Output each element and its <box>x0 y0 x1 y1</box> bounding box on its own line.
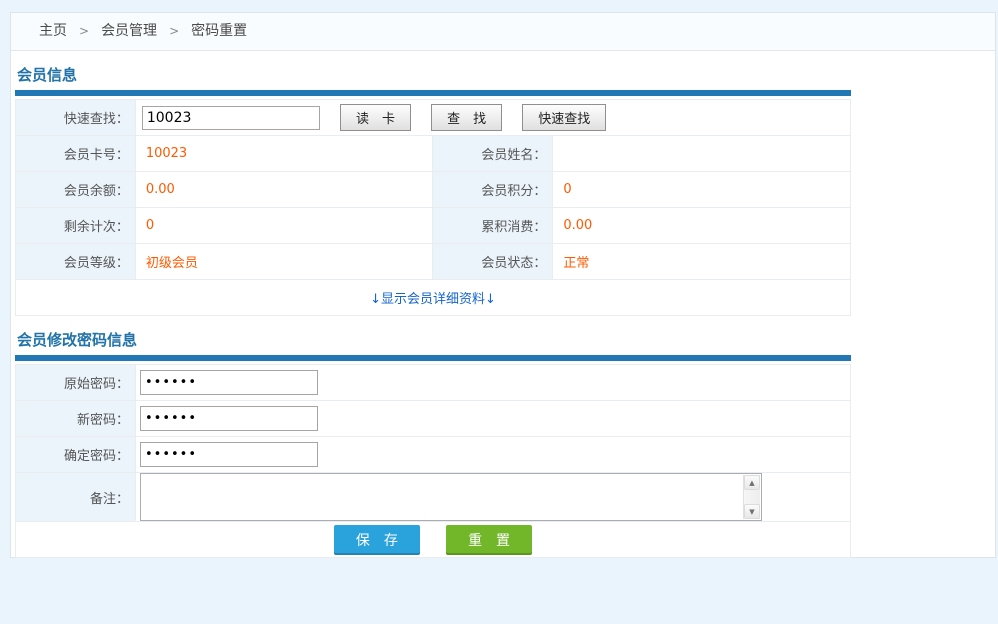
member-info-title-bar <box>15 90 851 96</box>
member-balance-value: 0.00 <box>135 172 433 208</box>
member-info-title: 会员信息 <box>17 64 995 85</box>
form-actions-cell: 保 存 重 置 <box>16 522 851 558</box>
table-row: 保 存 重 置 <box>16 522 851 558</box>
member-points-value: 0 <box>553 172 851 208</box>
scroll-down-icon[interactable]: ▼ <box>744 504 760 519</box>
main-panel: 主页 > 会员管理 > 密码重置 会员信息 快速查找： 读 卡 查 找 快速查找 会员卡… <box>10 12 996 558</box>
password-form-title-bar <box>15 355 851 361</box>
confirm-password-label: 确定密码： <box>16 437 136 473</box>
old-password-field[interactable] <box>140 370 318 395</box>
breadcrumb-item-member-management[interactable]: 会员管理 <box>101 23 157 39</box>
scroll-up-icon[interactable]: ▲ <box>744 475 760 490</box>
quick-find-button[interactable]: 快速查找 <box>522 104 606 131</box>
breadcrumb-item-password-reset: 密码重置 <box>191 23 247 39</box>
total-consumption-value: 0.00 <box>553 208 851 244</box>
remark-cell: ▲ ▼ <box>136 473 851 522</box>
field-label: 会员积分： <box>433 172 553 208</box>
table-row: 剩余计次： 0 累积消费： 0.00 <box>16 208 851 244</box>
new-password-label: 新密码： <box>16 401 136 437</box>
table-row: 备注： ▲ ▼ <box>16 473 851 522</box>
table-row: 会员卡号： 10023 会员姓名： <box>16 136 851 172</box>
table-row: 会员等级： 初级会员 会员状态： 正常 <box>16 244 851 280</box>
confirm-password-field[interactable] <box>140 442 318 467</box>
remark-scrollbar[interactable]: ▲ ▼ <box>743 475 760 519</box>
save-button[interactable]: 保 存 <box>334 525 420 555</box>
password-form-table: 原始密码： 新密码： 确定密码： 备注： <box>15 364 851 558</box>
read-card-button[interactable]: 读 卡 <box>340 104 411 131</box>
table-row: 确定密码： <box>16 437 851 473</box>
field-label: 会员卡号： <box>16 136 136 172</box>
remaining-count-value: 0 <box>135 208 433 244</box>
table-row: 会员余额： 0.00 会员积分： 0 <box>16 172 851 208</box>
quick-find-label: 快速查找： <box>16 100 136 136</box>
field-label: 会员等级： <box>16 244 136 280</box>
field-label: 会员余额： <box>16 172 136 208</box>
remark-textarea-wrapper: ▲ ▼ <box>140 473 762 521</box>
field-label: 会员姓名： <box>433 136 553 172</box>
field-label: 累积消费： <box>433 208 553 244</box>
table-row: 新密码： <box>16 401 851 437</box>
field-label: 会员状态： <box>433 244 553 280</box>
member-name-value <box>553 136 851 172</box>
table-row: 原始密码： <box>16 365 851 401</box>
search-button[interactable]: 查 找 <box>431 104 502 131</box>
member-status-value: 正常 <box>553 244 851 280</box>
detail-link-cell: ↓显示会员详细资料↓ <box>16 280 851 316</box>
password-form-title: 会员修改密码信息 <box>17 329 995 350</box>
table-row: ↓显示会员详细资料↓ <box>16 280 851 316</box>
breadcrumb: 主页 > 会员管理 > 密码重置 <box>11 13 995 51</box>
quick-find-cell: 读 卡 查 找 快速查找 <box>135 100 850 136</box>
member-card-number-value: 10023 <box>135 136 433 172</box>
old-password-cell <box>136 365 851 401</box>
field-label: 剩余计次： <box>16 208 136 244</box>
show-member-detail-link[interactable]: ↓显示会员详细资料↓ <box>370 292 496 307</box>
member-info-table: 快速查找： 读 卡 查 找 快速查找 会员卡号： 10023 会员姓名： 会员余… <box>15 99 851 316</box>
remark-label: 备注： <box>16 473 136 522</box>
remark-textarea[interactable] <box>141 474 741 518</box>
breadcrumb-separator: > <box>169 24 179 38</box>
new-password-field[interactable] <box>140 406 318 431</box>
quick-find-input[interactable] <box>142 106 320 130</box>
table-row: 快速查找： 读 卡 查 找 快速查找 <box>16 100 851 136</box>
new-password-cell <box>136 401 851 437</box>
reset-button[interactable]: 重 置 <box>446 525 532 555</box>
breadcrumb-item-home[interactable]: 主页 <box>39 23 67 39</box>
member-level-value: 初级会员 <box>135 244 433 280</box>
breadcrumb-separator: > <box>79 24 89 38</box>
old-password-label: 原始密码： <box>16 365 136 401</box>
confirm-password-cell <box>136 437 851 473</box>
